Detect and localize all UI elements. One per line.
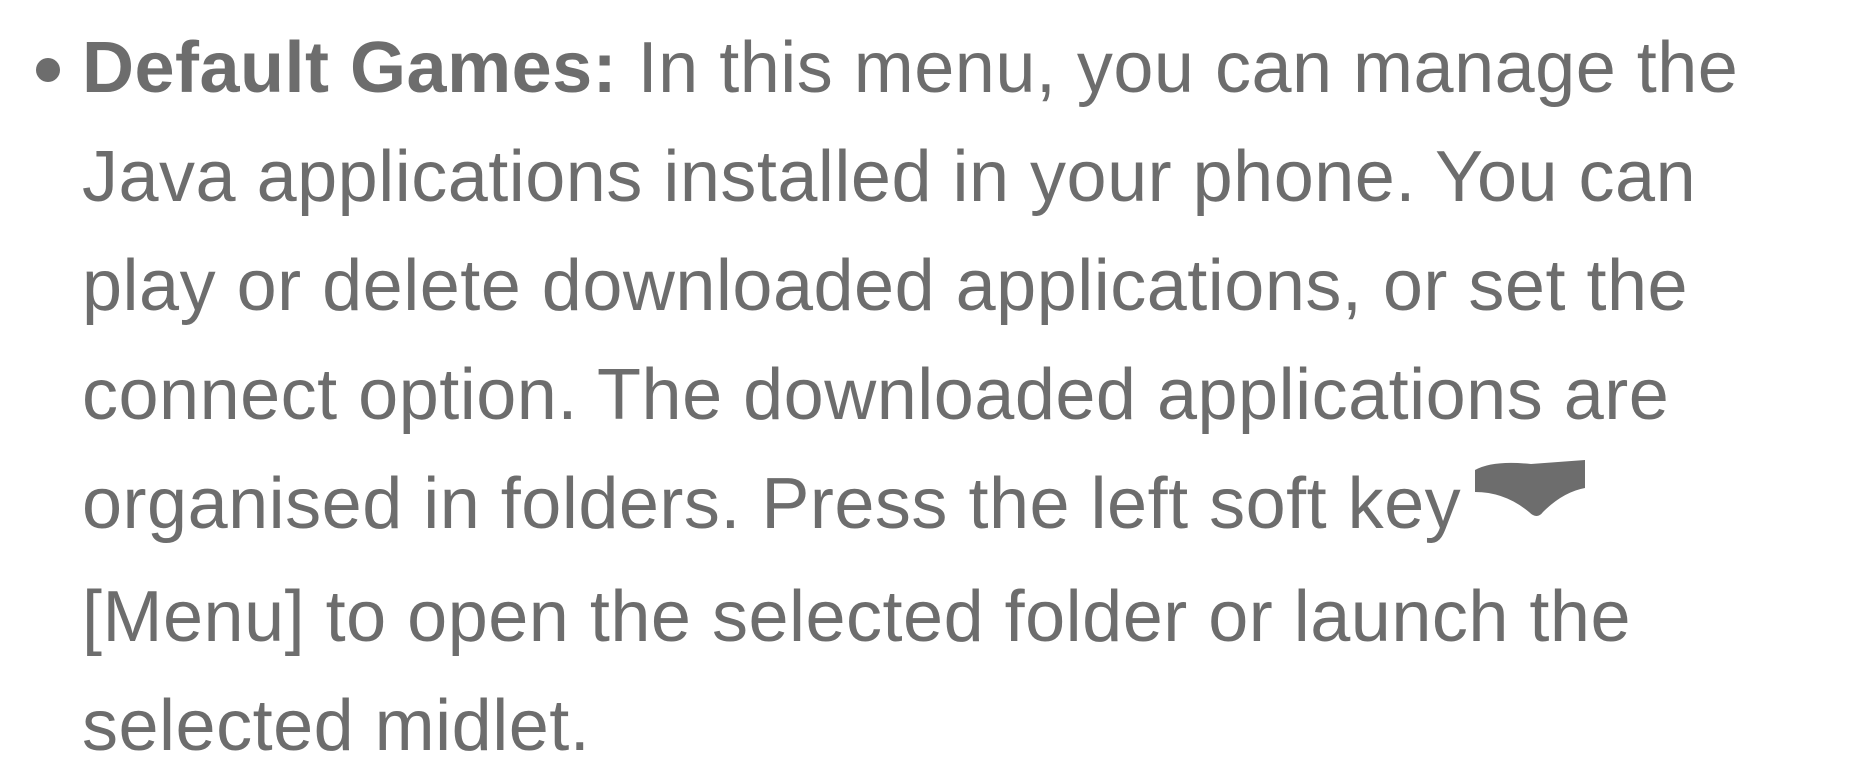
text-line-5: organised in folders. Press the left sof… — [30, 450, 1860, 563]
description-line-1: In this menu, you can manage the — [617, 28, 1739, 108]
description-line-6: [Menu] to open the selected folder or la… — [82, 577, 1632, 658]
bullet-icon — [36, 58, 60, 82]
description-line-5: organised in folders. Press the left sof… — [82, 464, 1462, 544]
description-line-3: play or delete downloaded applications, … — [82, 246, 1689, 326]
text-line-1: Default Games: In this menu, you can man… — [30, 14, 1860, 123]
left-soft-key-icon — [1471, 446, 1589, 555]
default-games-bullet: Default Games: In this menu, you can man… — [30, 14, 1860, 781]
description-line-4: connect option. The downloaded applicati… — [82, 355, 1670, 435]
description-line-2: Java applications installed in your phon… — [82, 137, 1697, 217]
description-line-7: selected midlet. — [82, 686, 591, 767]
default-games-term: Default Games: — [82, 28, 618, 108]
manual-page: Default Games: In this menu, you can man… — [0, 0, 1875, 766]
